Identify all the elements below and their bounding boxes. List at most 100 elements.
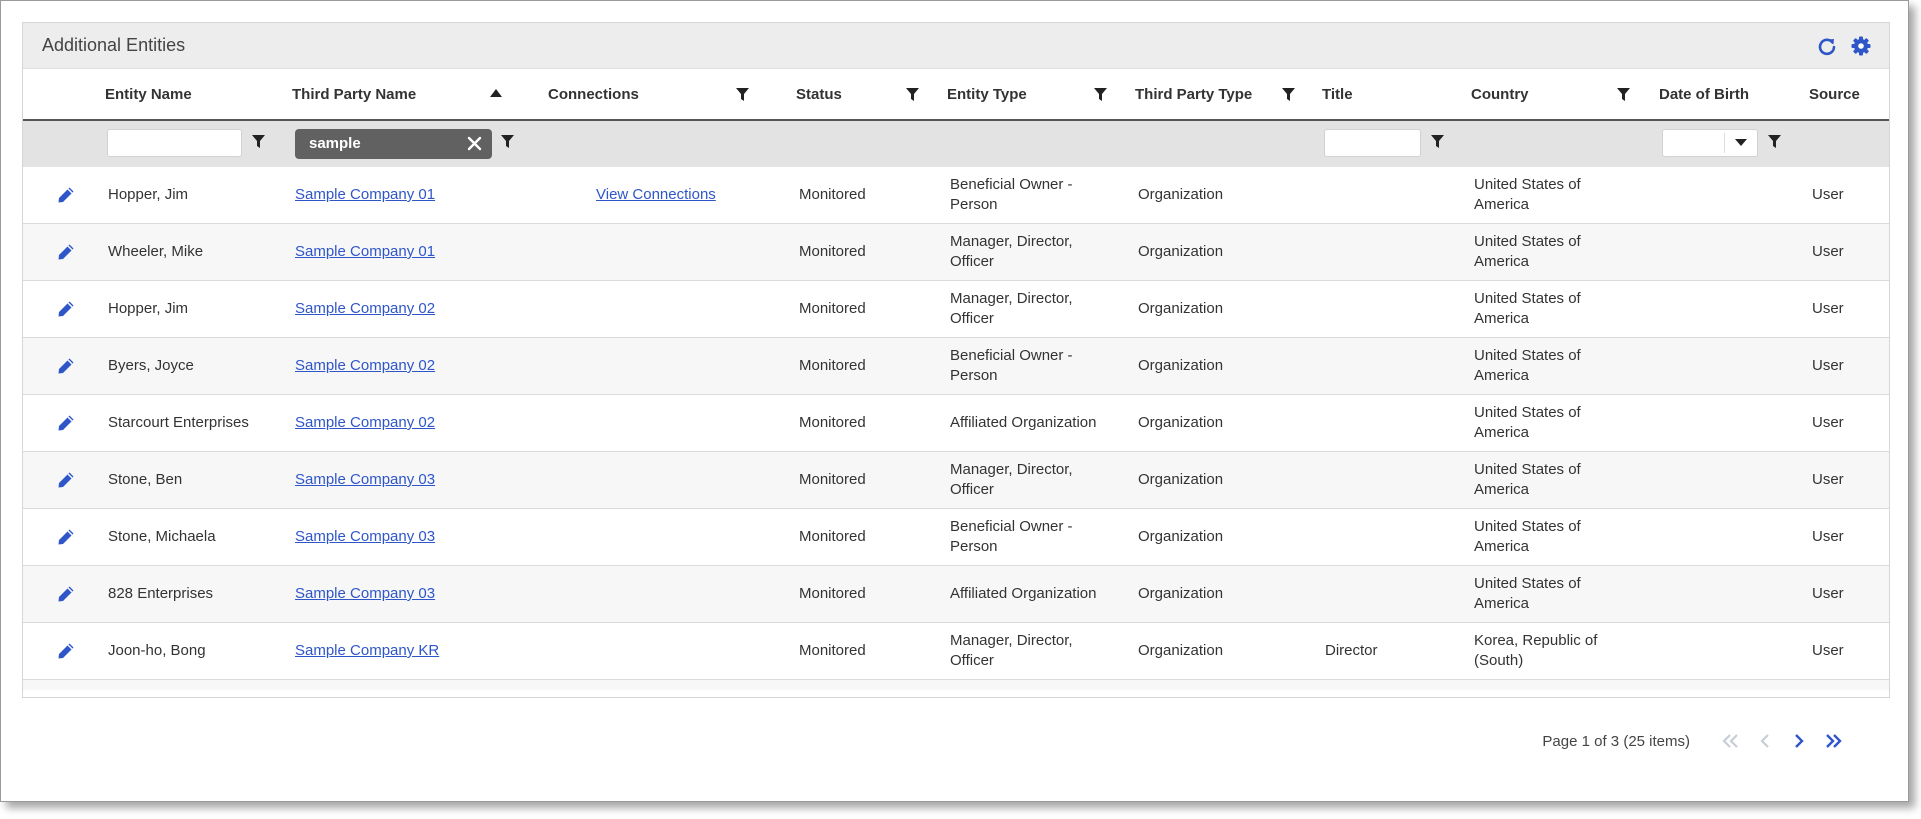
cell-connections [596,395,776,451]
cell-third-party-name-link[interactable]: Sample Company 01 [295,185,435,205]
clear-filter-icon[interactable] [467,136,482,151]
cell-third-party-type: Organization [1138,509,1298,565]
cell-third-party-name-link[interactable]: Sample Company 02 [295,299,435,319]
col-status[interactable]: Status [796,69,842,119]
cell-entity-type-text: Manager, Director, Officer [950,632,1073,669]
dob-input-separator [1724,133,1725,153]
cell-status-text: Monitored [799,642,866,659]
table-row: Stone, Michaela Sample Company 03 Monitore… [23,509,1889,566]
cell-entity-type: Beneficial Owner - Person [950,167,1100,223]
cell-status: Monitored [799,338,939,394]
filter-icon[interactable] [501,135,514,148]
cell-third-party-name-link[interactable]: Sample Company 03 [295,584,435,604]
cell-third-party-name: Sample Company 01 [295,224,525,280]
entity-name-filter-input[interactable] [107,129,242,157]
cell-third-party-name: Sample Company 03 [295,509,525,565]
table-row: Byers, Joyce Sample Company 02 Monitored Be… [23,338,1889,395]
cell-third-party-type: Organization [1138,281,1298,337]
filter-icon[interactable] [1094,88,1107,101]
cell-country: United States of America [1474,338,1624,394]
cell-status: Monitored [799,509,939,565]
pencil-icon[interactable] [57,528,75,546]
col-entity-name[interactable]: Entity Name [105,69,192,119]
cell-title: Director [1325,623,1465,679]
col-title[interactable]: Title [1322,69,1353,119]
cell-entity-name-text: Wheeler, Mike [108,243,204,260]
col-connections[interactable]: Connections [548,69,639,119]
col-entity-type[interactable]: Entity Type [947,69,1027,119]
pencil-icon[interactable] [57,642,75,660]
cell-third-party-name-link[interactable]: Sample Company 02 [295,356,435,376]
pencil-icon[interactable] [57,186,75,204]
cell-status-text: Monitored [799,357,866,374]
sort-ascending-icon[interactable] [490,89,502,97]
cell-source: User [1812,167,1872,223]
pencil-icon[interactable] [57,471,75,489]
pencil-icon[interactable] [57,414,75,432]
cell-entity-type-text: Manager, Director, Officer [950,233,1073,270]
filter-chip-value: sample [309,135,361,152]
filter-icon[interactable] [1617,88,1630,101]
cell-title [1325,509,1465,565]
cell-third-party-name-link[interactable]: Sample Company 01 [295,242,435,262]
filter-icon[interactable] [1282,88,1295,101]
cell-entity-name: Stone, Michaela [108,509,288,565]
cell-source: User [1812,338,1872,394]
pencil-icon[interactable] [57,243,75,261]
column-header-row: Entity Name Third Party Name Connections… [23,69,1889,121]
filter-icon[interactable] [906,88,919,101]
cell-third-party-type-text: Organization [1138,471,1224,488]
previous-page-button[interactable] [1748,729,1782,753]
cell-source-text: User [1812,585,1844,602]
cell-third-party-type-text: Organization [1138,642,1224,659]
col-source[interactable]: Source [1809,69,1860,119]
cell-entity-type-text: Beneficial Owner - Person [950,347,1073,384]
cell-third-party-name: Sample Company 02 [295,338,525,394]
first-page-button[interactable] [1714,729,1748,753]
cell-date-of-birth [1662,338,1802,394]
next-page-button[interactable] [1782,729,1816,753]
title-filter-input[interactable] [1324,129,1421,157]
cell-third-party-name-link[interactable]: Sample Company 02 [295,413,435,433]
cell-source-text: User [1812,414,1844,431]
col-third-party-name[interactable]: Third Party Name [292,69,416,119]
cell-country-text: United States of America [1474,575,1581,612]
date-of-birth-filter-input[interactable] [1662,129,1758,157]
cell-connections-link[interactable]: View Connections [596,185,716,205]
cell-entity-name-text: Byers, Joyce [108,357,194,374]
col-connections-label: Connections [548,85,639,103]
cell-status-text: Monitored [799,243,866,260]
table-footer-spacer [23,680,1889,690]
cell-country-text: United States of America [1474,347,1581,384]
col-date-of-birth[interactable]: Date of Birth [1659,69,1749,119]
filter-row: sample [23,121,1889,167]
cell-third-party-type: Organization [1138,623,1298,679]
pencil-icon[interactable] [57,357,75,375]
col-country[interactable]: Country [1471,69,1529,119]
col-third-party-type[interactable]: Third Party Type [1135,69,1252,119]
cell-third-party-name-link[interactable]: Sample Company 03 [295,470,435,490]
pencil-icon[interactable] [57,585,75,603]
window-frame: Additional Entities Entity Name Third Pa… [0,0,1909,802]
last-page-button[interactable] [1816,729,1850,753]
refresh-icon[interactable] [1817,36,1837,56]
chevron-down-icon[interactable] [1735,139,1747,147]
cell-country: United States of America [1474,167,1624,223]
cell-date-of-birth [1662,167,1802,223]
cell-date-of-birth [1662,281,1802,337]
filter-icon[interactable] [252,135,265,148]
third-party-name-filter-chip[interactable]: sample [295,129,492,159]
filter-icon[interactable] [1768,135,1781,148]
cell-third-party-name-link[interactable]: Sample Company 03 [295,527,435,547]
filter-icon[interactable] [1431,135,1444,148]
filter-icon[interactable] [736,88,749,101]
gear-icon[interactable] [1851,36,1871,56]
cell-entity-name-text: Joon-ho, Bong [108,642,206,659]
cell-entity-type: Affiliated Organization [950,395,1100,451]
cell-country-text: United States of America [1474,176,1581,213]
cell-third-party-name: Sample Company 03 [295,452,525,508]
pencil-icon[interactable] [57,300,75,318]
cell-third-party-name: Sample Company 02 [295,395,525,451]
cell-third-party-name-link[interactable]: Sample Company KR [295,641,439,661]
cell-entity-name: 828 Enterprises [108,566,288,622]
